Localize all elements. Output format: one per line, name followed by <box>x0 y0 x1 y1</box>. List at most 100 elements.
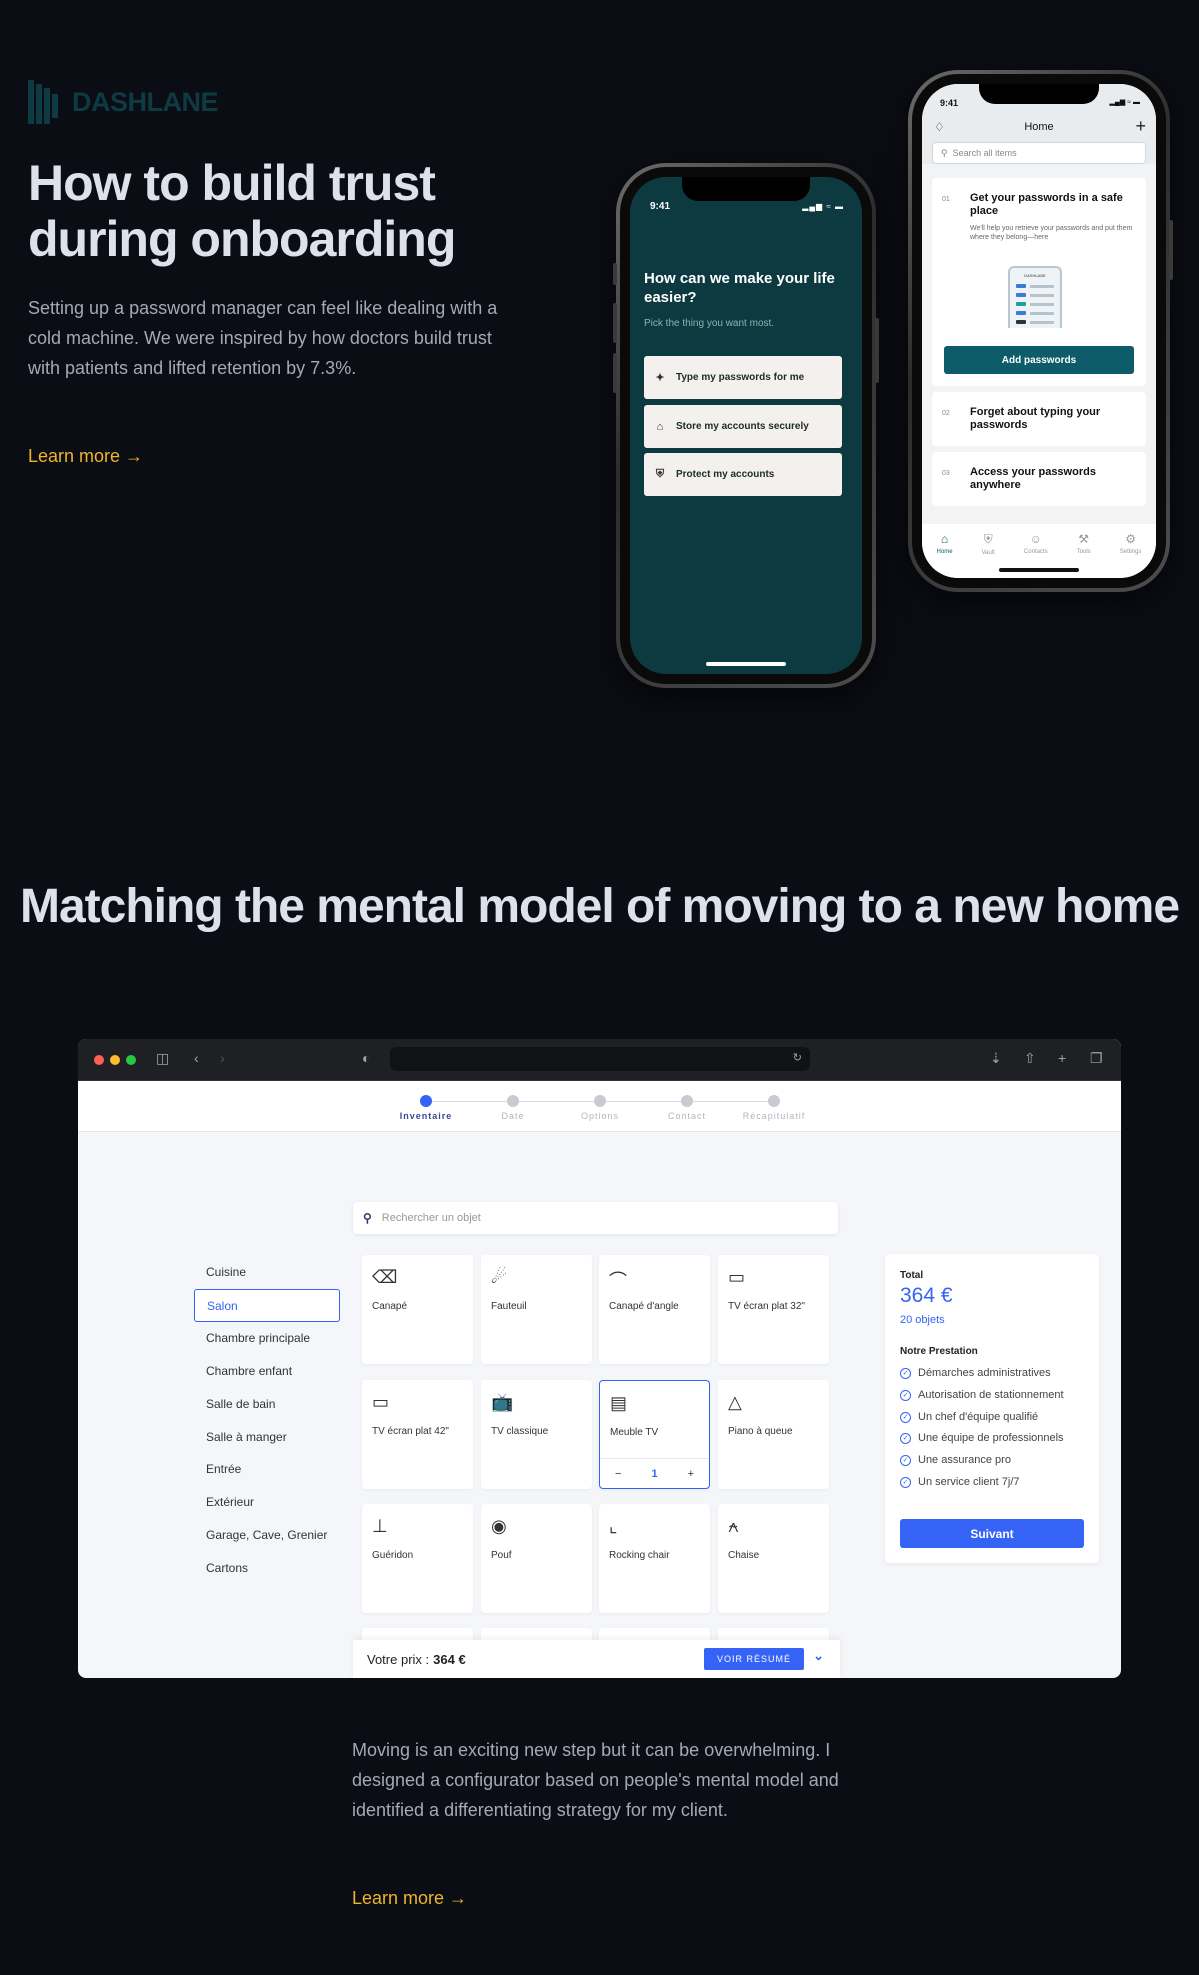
maximize-window-button[interactable] <box>126 1055 136 1065</box>
object-search-input[interactable]: ⚲ Rechercher un objet <box>353 1202 838 1234</box>
step-options[interactable]: Options <box>555 1095 645 1121</box>
section1-learn-more-link[interactable]: Learn more → <box>28 446 143 467</box>
add-icon[interactable]: + <box>1135 116 1146 137</box>
item-pouf[interactable]: ◉ Pouf <box>481 1504 592 1613</box>
mini-phone-illustration: DASHLANE <box>1008 266 1062 328</box>
decrease-quantity-button[interactable]: − <box>615 1468 621 1480</box>
order-summary-panel: Total 364 € 20 objets Notre Prestation ✓… <box>885 1254 1099 1563</box>
service-item: ✓ Une assurance pro <box>900 1454 1011 1466</box>
corner-sofa-icon: ⌒ <box>609 1271 627 1291</box>
tools-icon: ⚒ <box>1078 532 1090 546</box>
tab-tools[interactable]: ⚒ Tools <box>1077 532 1091 578</box>
browser-toolbar: ◫ ‹ › ◐ ↻ ⇣ ⇧ + ❐ <box>78 1039 1121 1081</box>
item-chaise[interactable]: ⍲ Chaise <box>718 1504 829 1613</box>
back-icon[interactable]: ‹ <box>194 1050 199 1066</box>
total-price: 364 € <box>900 1284 953 1307</box>
dashlane-logo-icon <box>28 80 62 124</box>
home-indicator <box>706 662 786 666</box>
share-icon[interactable]: ⇧ <box>1024 1050 1036 1067</box>
section2-learn-more-link[interactable]: Learn more → <box>352 1888 467 1909</box>
category-chambre-enfant[interactable]: Chambre enfant <box>194 1354 340 1387</box>
price-label: Votre prix : <box>367 1651 430 1667</box>
increase-quantity-button[interactable]: + <box>688 1468 694 1480</box>
section2-description: Moving is an exciting new step but it ca… <box>352 1740 839 1820</box>
services-title: Notre Prestation <box>900 1346 978 1357</box>
step-contact[interactable]: Contact <box>642 1095 732 1121</box>
chair-icon: ⍲ <box>728 1516 739 1536</box>
minimize-window-button[interactable] <box>110 1055 120 1065</box>
tab-vault[interactable]: ⛨ Vault <box>982 532 995 578</box>
progress-stepper: Inventaire Date Options Contact Récapitu… <box>78 1081 1121 1132</box>
option-protect-accounts[interactable]: ⛨ Protect my accounts <box>644 453 842 496</box>
forward-icon[interactable]: › <box>220 1050 225 1066</box>
browser-window: ◫ ‹ › ◐ ↻ ⇣ ⇧ + ❐ Inventaire Date Option… <box>78 1039 1121 1678</box>
total-label: Total <box>900 1270 924 1281</box>
category-cuisine[interactable]: Cuisine <box>194 1255 340 1288</box>
check-icon: ✓ <box>900 1476 911 1488</box>
close-window-button[interactable] <box>94 1055 104 1065</box>
category-salle-de-bain[interactable]: Salle de bain <box>194 1387 340 1420</box>
item-canape[interactable]: ⌫ Canapé <box>362 1255 473 1364</box>
item-rocking-chair[interactable]: ⌞ Rocking chair <box>599 1504 710 1613</box>
view-summary-button[interactable]: VOIR RÉSUMÉ <box>704 1648 804 1670</box>
chevron-down-icon[interactable]: ⌄ <box>813 1648 824 1664</box>
quantity-stepper: − 1 + <box>600 1458 709 1488</box>
option-label: Protect my accounts <box>676 469 775 480</box>
option-store-accounts[interactable]: ⌂ Store my accounts securely <box>644 405 842 448</box>
item-tv-32[interactable]: ▭ TV écran plat 32" <box>718 1255 829 1364</box>
piano-icon: △ <box>728 1392 742 1412</box>
check-icon: ✓ <box>900 1454 911 1466</box>
shield-icon: ⛨ <box>983 532 993 546</box>
next-button[interactable]: Suivant <box>900 1519 1084 1548</box>
tab-home[interactable]: ⌂ Home <box>937 532 953 578</box>
option-type-passwords[interactable]: ✦ Type my passwords for me <box>644 356 842 399</box>
item-piano[interactable]: △ Piano à queue <box>718 1380 829 1489</box>
item-tv-classique[interactable]: 📺 TV classique <box>481 1380 592 1489</box>
check-icon: ✓ <box>900 1432 911 1444</box>
wand-icon: ✦ <box>655 372 665 384</box>
new-tab-icon[interactable]: + <box>1058 1050 1066 1066</box>
reload-icon[interactable]: ↻ <box>793 1051 802 1064</box>
checklist-title: Forget about typing your passwords <box>970 406 1101 431</box>
step-date[interactable]: Date <box>468 1095 558 1121</box>
category-exterieur[interactable]: Extérieur <box>194 1485 340 1518</box>
step-recapitulatif[interactable]: Récapitulatif <box>729 1095 819 1121</box>
category-entree[interactable]: Entrée <box>194 1452 340 1485</box>
item-tv-42[interactable]: ▭ TV écran plat 42" <box>362 1380 473 1489</box>
checklist-card-2[interactable]: 02 Forget about typing your passwords <box>932 392 1146 446</box>
home-screen: 9:41 ▂▄▆ ≈ ▬ ♢ Home + ⚲ Search all items… <box>922 84 1156 578</box>
search-icon: ⚲ <box>363 1211 372 1225</box>
section1-title: How to build trust during onboarding <box>28 155 456 267</box>
privacy-shield-icon[interactable]: ◐ <box>362 1050 370 1066</box>
status-time: 9:41 <box>940 98 959 108</box>
category-cartons[interactable]: Cartons <box>194 1551 340 1584</box>
tabs-overview-icon[interactable]: ❐ <box>1090 1050 1103 1067</box>
checklist-card-3[interactable]: 03 Access your passwords anywhere <box>932 452 1146 506</box>
category-salon[interactable]: Salon <box>194 1289 340 1322</box>
tv-icon: ▭ <box>372 1392 390 1412</box>
item-meuble-tv[interactable]: ▤ Meuble TV − 1 + <box>599 1380 710 1489</box>
status-time: 9:41 <box>650 201 671 212</box>
add-passwords-button[interactable]: Add passwords <box>944 346 1134 374</box>
item-fauteuil[interactable]: ☄ Fauteuil <box>481 1255 592 1364</box>
vault-search-input[interactable]: ⚲ Search all items <box>932 142 1146 164</box>
category-garage[interactable]: Garage, Cave, Grenier <box>194 1518 340 1551</box>
home-icon: ⌂ <box>940 532 949 546</box>
category-salle-a-manger[interactable]: Salle à manger <box>194 1420 340 1453</box>
sidebar-icon[interactable]: ◫ <box>156 1050 169 1067</box>
category-chambre-principale[interactable]: Chambre principale <box>194 1321 340 1354</box>
step-inventaire[interactable]: Inventaire <box>381 1095 471 1121</box>
tv-stand-icon: ▤ <box>610 1393 628 1413</box>
option-label: Type my passwords for me <box>676 372 805 383</box>
item-canape-angle[interactable]: ⌒ Canapé d'angle <box>599 1255 710 1364</box>
home-title: Home <box>1024 121 1054 133</box>
item-gueridon[interactable]: ⊥ Guéridon <box>362 1504 473 1613</box>
sofa-icon: ⌫ <box>372 1267 398 1287</box>
address-bar[interactable]: ↻ <box>390 1047 810 1071</box>
service-item: ✓ Un service client 7j/7 <box>900 1476 1020 1488</box>
quantity-value: 1 <box>651 1467 658 1480</box>
checklist-card-1[interactable]: 01 Get your passwords in a safe place We… <box>932 178 1146 386</box>
tab-settings[interactable]: ⚙ Settings <box>1120 532 1142 578</box>
download-icon[interactable]: ⇣ <box>990 1050 1002 1067</box>
home-indicator <box>999 568 1079 572</box>
